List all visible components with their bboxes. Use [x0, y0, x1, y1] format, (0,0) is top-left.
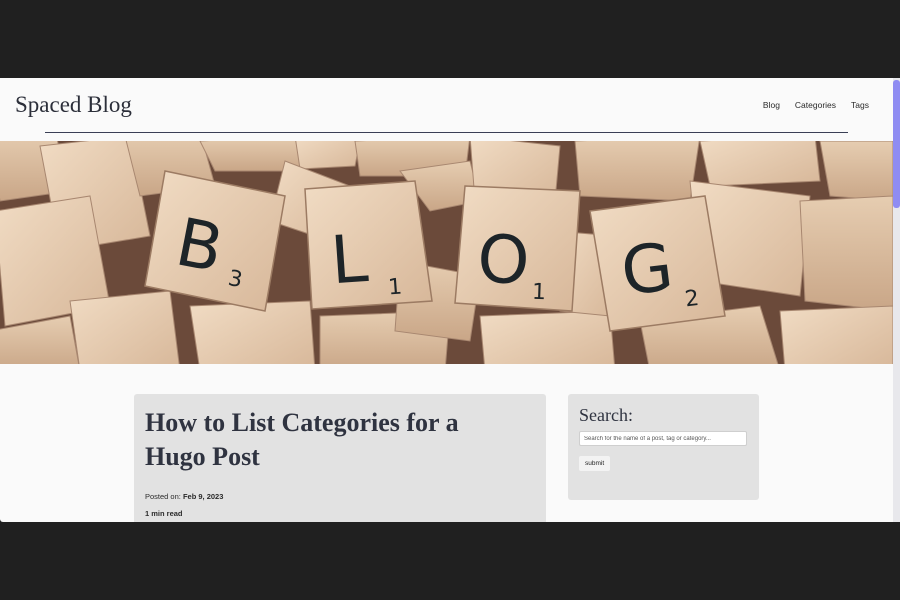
- tile-l: L 1: [304, 180, 433, 310]
- tile-b: B 3: [144, 170, 286, 312]
- hero-image: B 3 L 1 O 1 G 2: [0, 141, 893, 364]
- read-time: 1 min read: [145, 509, 183, 518]
- svg-text:L: L: [328, 220, 370, 299]
- tile-o: O 1: [454, 185, 581, 312]
- header-divider: [45, 132, 848, 133]
- scrollbar-thumb[interactable]: [893, 80, 900, 208]
- svg-text:1: 1: [387, 275, 403, 301]
- search-input[interactable]: [579, 431, 747, 446]
- nav-link-categories[interactable]: Categories: [795, 100, 836, 110]
- tile-g: G 2: [589, 195, 726, 332]
- nav-link-tags[interactable]: Tags: [851, 100, 869, 110]
- post-card: How to List Categories for a Hugo Post P…: [134, 394, 546, 522]
- search-widget: Search: submit: [568, 394, 759, 500]
- main-nav: Blog Categories Tags: [763, 100, 869, 110]
- browser-viewport: Spaced Blog Blog Categories Tags B 3 L 1…: [0, 78, 893, 522]
- posted-label: Posted on:: [145, 492, 181, 501]
- site-header: Spaced Blog Blog Categories Tags: [0, 78, 893, 141]
- post-title[interactable]: How to List Categories for a Hugo Post: [145, 406, 505, 474]
- search-submit-button[interactable]: submit: [579, 456, 611, 471]
- search-heading: Search:: [579, 405, 633, 425]
- svg-text:1: 1: [532, 280, 547, 305]
- post-date-value: Feb 9, 2023: [182, 492, 224, 501]
- nav-link-blog[interactable]: Blog: [763, 100, 780, 110]
- svg-text:G: G: [617, 228, 677, 311]
- svg-text:O: O: [476, 221, 531, 300]
- site-title[interactable]: Spaced Blog: [15, 92, 132, 118]
- post-date: Posted on: Feb 9, 2023: [145, 492, 535, 501]
